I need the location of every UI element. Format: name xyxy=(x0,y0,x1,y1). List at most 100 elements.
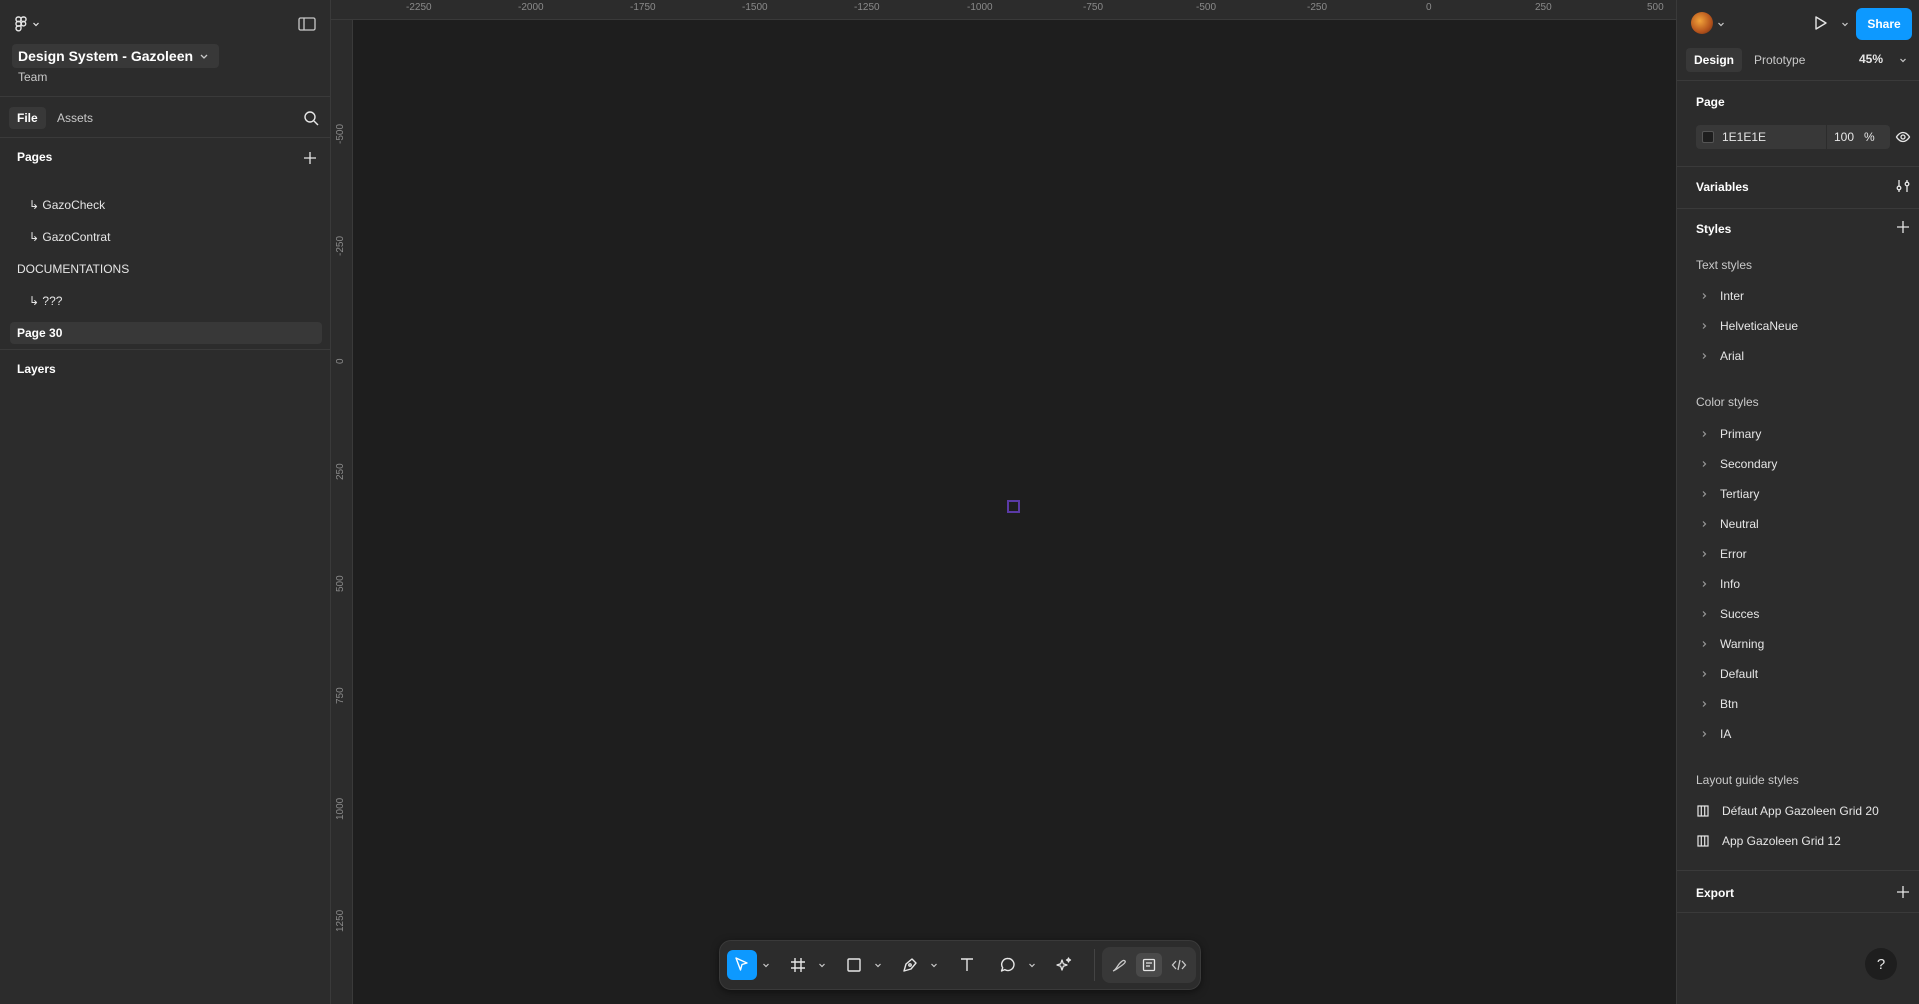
tab-assets[interactable]: Assets xyxy=(49,107,101,129)
add-page-icon[interactable] xyxy=(302,150,318,166)
chevron-down-icon[interactable] xyxy=(762,961,770,969)
tab-file[interactable]: File xyxy=(9,107,46,129)
chevron-right-icon xyxy=(1702,551,1707,557)
chevron-right-icon xyxy=(1702,701,1707,707)
page-item-gazocheck[interactable]: ↳ GazoCheck xyxy=(10,194,322,216)
chevron-right-icon xyxy=(1702,521,1707,527)
actions-tool-button[interactable] xyxy=(1049,950,1079,980)
ruler-label: 500 xyxy=(335,575,346,592)
color-swatch[interactable] xyxy=(1702,131,1714,143)
user-avatar[interactable] xyxy=(1691,12,1713,34)
color-style-item[interactable]: Error xyxy=(1696,543,1906,565)
chevron-right-icon xyxy=(1702,611,1707,617)
toolbar-divider xyxy=(1094,949,1095,981)
color-style-label: Neutral xyxy=(1720,517,1759,531)
add-style-icon[interactable] xyxy=(1895,219,1911,235)
percent-sign: % xyxy=(1864,130,1875,144)
ruler-label: -1500 xyxy=(742,2,768,13)
color-style-label: Secondary xyxy=(1720,457,1778,471)
grid-style-item[interactable]: App Gazoleen Grid 12 xyxy=(1696,830,1906,852)
color-style-item[interactable]: Warning xyxy=(1696,633,1906,655)
add-export-icon[interactable] xyxy=(1895,884,1911,900)
chevron-down-icon[interactable] xyxy=(1899,56,1907,64)
chevron-right-icon xyxy=(1702,581,1707,587)
color-style-item[interactable]: Neutral xyxy=(1696,513,1906,535)
color-style-item[interactable]: Primary xyxy=(1696,423,1906,445)
section-divider xyxy=(1677,208,1919,209)
canvas[interactable] xyxy=(353,20,1676,1004)
right-panel-header: Share Design Prototype 45% xyxy=(1677,0,1919,81)
variables-icon[interactable] xyxy=(1895,178,1911,194)
chevron-right-icon xyxy=(1702,461,1707,467)
color-style-item[interactable]: Btn xyxy=(1696,693,1906,715)
section-divider xyxy=(1677,870,1919,871)
layout-guide-styles-title: Layout guide styles xyxy=(1696,773,1799,787)
text-style-item[interactable]: Arial xyxy=(1696,345,1906,367)
color-style-item[interactable]: Info xyxy=(1696,573,1906,595)
color-style-item[interactable]: Succes xyxy=(1696,603,1906,625)
chevron-down-icon[interactable] xyxy=(1717,20,1725,28)
search-icon[interactable] xyxy=(302,109,320,127)
grid-style-item[interactable]: Défaut App Gazoleen Grid 20 xyxy=(1696,800,1906,822)
layout-grid-icon xyxy=(1697,805,1709,817)
help-button[interactable]: ? xyxy=(1865,948,1897,980)
tab-prototype[interactable]: Prototype xyxy=(1746,48,1813,72)
color-styles-title: Color styles xyxy=(1696,395,1759,409)
chevron-down-icon[interactable] xyxy=(930,961,938,969)
left-ruler: -500 -250 0 250 500 750 1000 1250 xyxy=(331,20,353,1004)
page-item-unknown[interactable]: ↳ ??? xyxy=(10,290,322,312)
page-item-gazocontrat[interactable]: ↳ GazoContrat xyxy=(10,226,322,248)
zoom-level[interactable]: 45% xyxy=(1859,52,1883,66)
color-style-item[interactable]: IA xyxy=(1696,723,1906,745)
pages-divider xyxy=(0,349,330,350)
dev-mode-button[interactable] xyxy=(1166,953,1192,977)
text-tool-button[interactable] xyxy=(952,950,982,980)
chevron-down-icon[interactable] xyxy=(1028,961,1036,969)
page-item-page-30[interactable]: Page 30 xyxy=(10,322,322,344)
chevron-down-icon[interactable] xyxy=(874,961,882,969)
text-style-item[interactable]: Inter xyxy=(1696,285,1906,307)
page-item-documentations[interactable]: DOCUMENTATIONS xyxy=(10,258,322,280)
section-divider xyxy=(1677,912,1919,913)
canvas-frame[interactable] xyxy=(1007,500,1020,513)
color-style-label: Default xyxy=(1720,667,1759,681)
present-play-icon[interactable] xyxy=(1811,14,1829,32)
chevron-right-icon xyxy=(1702,431,1707,437)
main-menu-button[interactable] xyxy=(14,12,40,36)
eye-icon[interactable] xyxy=(1895,129,1911,145)
comment-tool-button[interactable] xyxy=(993,950,1023,980)
variables-title[interactable]: Variables xyxy=(1696,180,1749,194)
left-tabs: File Assets xyxy=(0,97,330,138)
styles-title: Styles xyxy=(1696,222,1732,236)
text-icon xyxy=(961,958,973,971)
file-name: Design System - Gazoleen xyxy=(18,48,194,64)
page-color-field[interactable]: 1E1E1E 100 % xyxy=(1696,125,1890,149)
color-style-item[interactable]: Secondary xyxy=(1696,453,1906,475)
section-divider xyxy=(1677,166,1919,167)
ruler-label: -750 xyxy=(1083,2,1104,13)
file-name-button[interactable]: Design System - Gazoleen xyxy=(12,44,220,68)
color-style-item[interactable]: Default xyxy=(1696,663,1906,685)
design-mode-button[interactable] xyxy=(1136,953,1162,977)
layers-header: Layers xyxy=(17,362,56,376)
move-tool-button[interactable] xyxy=(727,950,757,980)
page-color-hex[interactable]: 1E1E1E xyxy=(1722,130,1766,144)
bottom-toolbar xyxy=(719,940,1201,990)
page-opacity-value[interactable]: 100 xyxy=(1834,130,1854,144)
toggle-sidebar-icon[interactable] xyxy=(296,14,318,34)
frame-tool-button[interactable] xyxy=(783,950,813,980)
tab-design[interactable]: Design xyxy=(1686,48,1743,72)
share-button[interactable]: Share xyxy=(1856,8,1912,40)
frame-icon xyxy=(791,958,805,972)
chevron-down-icon[interactable] xyxy=(1841,20,1849,28)
ruler-label: -1250 xyxy=(854,2,880,13)
chevron-down-icon[interactable] xyxy=(818,961,826,969)
draw-mode-button[interactable] xyxy=(1106,953,1132,977)
text-styles-title: Text styles xyxy=(1696,258,1753,272)
color-style-label: Btn xyxy=(1720,697,1739,711)
shape-tool-button[interactable] xyxy=(839,950,869,980)
pen-tool-button[interactable] xyxy=(895,950,925,980)
color-style-item[interactable]: Tertiary xyxy=(1696,483,1906,505)
text-style-item[interactable]: HelveticaNeue xyxy=(1696,315,1906,337)
ruler-label: -250 xyxy=(335,235,346,256)
